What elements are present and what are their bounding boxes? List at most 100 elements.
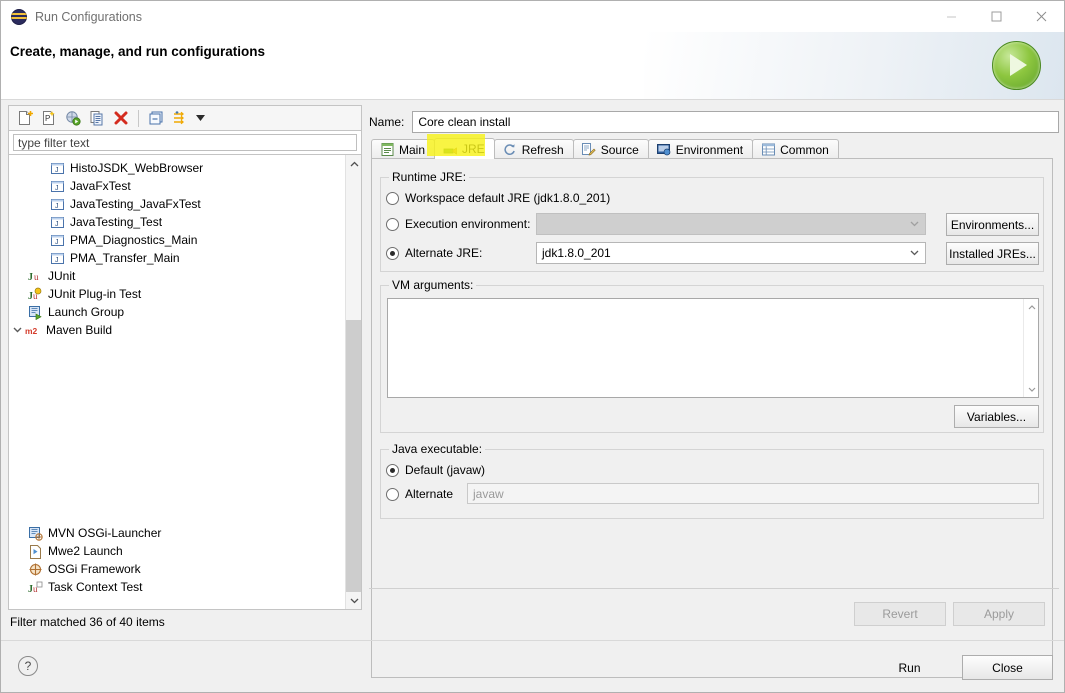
execution-environment-radio-row[interactable]: Execution environment: <box>386 214 530 234</box>
tree-item-maven-build[interactable]: m2 Maven Build <box>9 321 346 339</box>
revert-button[interactable]: Revert <box>854 602 946 626</box>
tree-item-junit[interactable]: Ju JUnit <box>9 267 346 285</box>
tree-item-label: MVN OSGi-Launcher <box>48 526 161 540</box>
svg-text:J: J <box>55 221 59 228</box>
close-button[interactable]: Close <box>962 655 1053 680</box>
launch-group-icon <box>27 304 43 320</box>
java-executable-group: Java executable: Default (javaw) Alterna… <box>380 449 1044 519</box>
page-title: Create, manage, and run configurations <box>10 44 265 59</box>
java-executable-default-radio-row[interactable]: Default (javaw) <box>386 460 485 480</box>
tree-toolbar: P <box>8 105 362 130</box>
tab-main[interactable]: Main <box>371 139 435 159</box>
new-prototype-icon[interactable]: P <box>37 107 61 129</box>
osgi-framework-icon <box>27 561 43 577</box>
java-application-icon: J <box>49 178 65 194</box>
list-item[interactable]: J JavaTesting_JavaFxTest <box>9 195 346 213</box>
launch-configurations-tree[interactable]: J HistoJSDK_WebBrowser J JavaFxTest J Ja… <box>8 154 362 610</box>
list-item[interactable]: J JavaTesting_Test <box>9 213 346 231</box>
scroll-down-icon[interactable] <box>1024 382 1039 396</box>
runtime-jre-group-label: Runtime JRE: <box>389 170 469 184</box>
run-button[interactable]: Run <box>864 655 955 680</box>
export-icon[interactable] <box>61 107 85 129</box>
tab-jre[interactable]: JRE <box>434 138 495 159</box>
duplicate-icon[interactable] <box>85 107 109 129</box>
chevron-down-icon <box>910 243 919 263</box>
tree-item-junit-plugin-test[interactable]: Ju JUnit Plug-in Test <box>9 285 346 303</box>
mwe2-icon <box>27 543 43 559</box>
new-launch-configuration-icon[interactable] <box>13 107 37 129</box>
svg-text:J: J <box>55 203 59 210</box>
workspace-default-jre-radio[interactable] <box>386 192 399 205</box>
tree-item-osgi-framework[interactable]: OSGi Framework <box>9 560 346 578</box>
alternate-jre-radio[interactable] <box>386 247 399 260</box>
list-item[interactable]: J PMA_Transfer_Main <box>9 249 346 267</box>
tree-item-mwe2-launch[interactable]: Mwe2 Launch <box>9 542 346 560</box>
scroll-up-icon[interactable] <box>1024 300 1039 314</box>
maximize-button[interactable] <box>974 1 1019 32</box>
installed-jres-button[interactable]: Installed JREs... <box>946 242 1039 265</box>
vm-arguments-scrollbar[interactable] <box>1023 299 1038 397</box>
filter-icon[interactable] <box>168 107 192 129</box>
environment-tab-icon <box>656 142 672 158</box>
tab-refresh[interactable]: Refresh <box>494 139 574 159</box>
java-executable-alternate-input[interactable]: javaw <box>467 483 1039 504</box>
list-item-label: PMA_Transfer_Main <box>70 251 180 265</box>
tab-environment[interactable]: Environment <box>648 139 753 159</box>
filter-status-text: Filter matched 36 of 40 items <box>10 615 165 629</box>
close-button[interactable] <box>1019 1 1064 32</box>
scrollbar-thumb[interactable] <box>346 320 362 592</box>
tree-item-task-context-test[interactable]: Ju Task Context Test <box>9 578 346 596</box>
tree-item-mvn-osgi-launcher[interactable]: MVN OSGi-Launcher <box>9 524 346 542</box>
footer-divider <box>1 640 1064 641</box>
close-button-label: Close <box>992 661 1023 675</box>
environments-button[interactable]: Environments... <box>946 213 1039 236</box>
tab-label: Refresh <box>522 143 564 157</box>
tree-spacer <box>9 339 346 524</box>
vm-arguments-textarea[interactable] <box>387 298 1039 398</box>
type-filter-text-input[interactable] <box>13 134 357 151</box>
minimize-button[interactable] <box>929 1 974 32</box>
collapse-all-icon[interactable] <box>144 107 168 129</box>
java-executable-group-label: Java executable: <box>389 442 485 456</box>
scroll-up-icon[interactable] <box>346 155 362 172</box>
svg-text:J: J <box>55 185 59 192</box>
java-executable-alternate-radio-row[interactable]: Alternate <box>386 484 453 504</box>
java-application-icon: J <box>49 196 65 212</box>
list-item[interactable]: J PMA_Diagnostics_Main <box>9 231 346 249</box>
refresh-tab-icon <box>502 142 518 158</box>
execution-environment-label: Execution environment: <box>405 217 530 231</box>
svg-text:P: P <box>45 114 50 123</box>
tree-vertical-scrollbar[interactable] <box>345 155 361 609</box>
list-item[interactable]: J JavaFxTest <box>9 177 346 195</box>
dialog-header: Create, manage, and run configurations <box>1 32 1064 100</box>
chevron-down-icon[interactable] <box>9 321 25 339</box>
variables-button[interactable]: Variables... <box>954 405 1039 428</box>
revert-button-label: Revert <box>882 607 917 621</box>
tree-item-label: Mwe2 Launch <box>48 544 123 558</box>
svg-text:J: J <box>55 257 59 264</box>
list-item[interactable]: J HistoJSDK_WebBrowser <box>9 159 346 177</box>
common-tab-icon <box>760 142 776 158</box>
tree-item-launch-group[interactable]: Launch Group <box>9 303 346 321</box>
execution-environment-combo[interactable] <box>536 213 926 235</box>
list-item-label: JavaTesting_JavaFxTest <box>70 197 201 211</box>
java-executable-default-radio[interactable] <box>386 464 399 477</box>
workspace-default-jre-radio-row[interactable]: Workspace default JRE (jdk1.8.0_201) <box>386 188 610 208</box>
runtime-jre-group: Runtime JRE: Workspace default JRE (jdk1… <box>380 177 1044 272</box>
delete-icon[interactable] <box>109 107 133 129</box>
tab-source[interactable]: Source <box>573 139 649 159</box>
alternate-jre-radio-row[interactable]: Alternate JRE: <box>386 243 482 263</box>
apply-button[interactable]: Apply <box>953 602 1045 626</box>
java-executable-alternate-radio[interactable] <box>386 488 399 501</box>
chevron-down-icon[interactable] <box>192 107 208 129</box>
java-application-icon: J <box>49 250 65 266</box>
execution-environment-radio[interactable] <box>386 218 399 231</box>
configuration-editor-panel: Name: Main JRE Refresh <box>369 105 1059 632</box>
configuration-name-input[interactable] <box>412 111 1059 133</box>
help-icon[interactable]: ? <box>18 656 38 676</box>
vm-arguments-group: VM arguments: Variables... <box>380 285 1044 433</box>
scroll-down-icon[interactable] <box>346 592 362 609</box>
alternate-jre-combo[interactable]: jdk1.8.0_201 <box>536 242 926 264</box>
tab-common[interactable]: Common <box>752 139 839 159</box>
tree-item-label: JUnit <box>48 269 75 283</box>
